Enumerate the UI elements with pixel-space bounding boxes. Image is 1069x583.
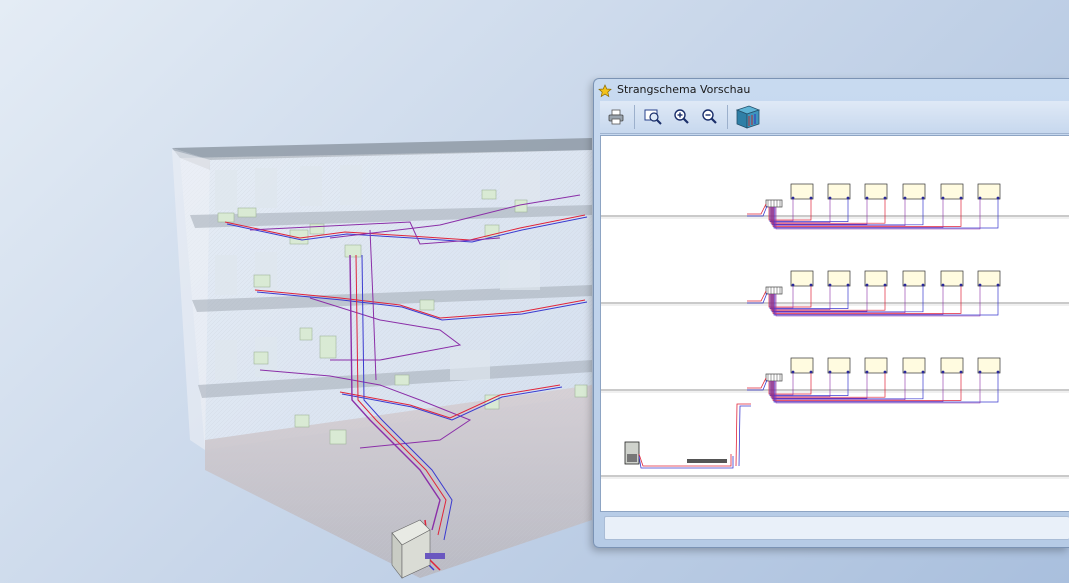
radiator: [827, 270, 851, 287]
radiator: [977, 357, 1001, 374]
valve: [809, 196, 813, 200]
radiator: [902, 270, 926, 287]
valve: [996, 283, 1000, 287]
print-button[interactable]: [604, 105, 628, 129]
valve: [791, 196, 795, 200]
valve: [791, 370, 795, 374]
valve: [978, 370, 982, 374]
window-title: Strangschema Vorschau: [617, 83, 751, 96]
radiator: [827, 357, 851, 374]
zoom-fit-button[interactable]: [641, 105, 665, 129]
radiator: [864, 270, 888, 287]
star-icon: [598, 83, 612, 97]
valve: [865, 283, 869, 287]
distribution-pipe: [773, 286, 999, 316]
distribution-pipe: [770, 199, 886, 224]
valve: [791, 283, 795, 287]
radiator: [940, 270, 964, 287]
zoom-in-button[interactable]: [669, 105, 693, 129]
valve: [921, 283, 925, 287]
valve: [903, 283, 907, 287]
radiator: [864, 183, 888, 200]
valve: [996, 370, 1000, 374]
radiator: [864, 357, 888, 374]
distribution-pipe: [773, 199, 999, 229]
valve: [846, 370, 850, 374]
valve: [846, 283, 850, 287]
radiator: [790, 183, 814, 200]
supply-pipe: [747, 203, 767, 215]
zoom-window-icon: [644, 109, 662, 125]
radiator: [977, 270, 1001, 287]
zoom-out-icon: [702, 109, 717, 124]
status-bar: [604, 516, 1069, 540]
preview-window[interactable]: Strangschema Vorschau: [593, 78, 1069, 548]
riser-diagram: [601, 183, 1069, 479]
riser-supply-pipe: [735, 403, 751, 467]
valve: [828, 196, 832, 200]
building-3d-icon: [735, 105, 761, 129]
toolbar: [600, 101, 1069, 134]
zoom-in-icon: [674, 109, 689, 124]
radiator: [940, 357, 964, 374]
valve: [828, 370, 832, 374]
valve: [828, 283, 832, 287]
valve: [959, 370, 963, 374]
valve: [883, 196, 887, 200]
valve: [978, 196, 982, 200]
radiator: [827, 183, 851, 200]
view-3d-button[interactable]: [734, 103, 762, 131]
valve: [978, 283, 982, 287]
distribution-pipe: [770, 373, 886, 398]
valve: [903, 370, 907, 374]
valve: [996, 196, 1000, 200]
pump-group: [687, 459, 727, 463]
title-bar[interactable]: Strangschema Vorschau: [594, 79, 1069, 100]
distribution-pipe: [772, 286, 868, 312]
radiator: [790, 357, 814, 374]
valve: [809, 370, 813, 374]
distribution-pipe: [771, 373, 924, 400]
radiator: [790, 270, 814, 287]
radiator: [902, 357, 926, 374]
valve: [959, 283, 963, 287]
valve: [883, 283, 887, 287]
toolbar-separator: [727, 105, 728, 129]
distribution-pipe: [772, 199, 868, 225]
printer-icon: [608, 109, 624, 125]
distribution-pipe: [771, 286, 924, 313]
valve: [865, 196, 869, 200]
boiler-panel: [627, 454, 637, 462]
radiator: [977, 183, 1001, 200]
valve: [921, 370, 925, 374]
valve: [865, 370, 869, 374]
riser-return-pipe: [738, 405, 751, 467]
valve: [846, 196, 850, 200]
distribution-pipe: [770, 286, 886, 311]
supply-pipe: [747, 377, 767, 389]
toolbar-separator: [634, 105, 635, 129]
valve: [809, 283, 813, 287]
valve: [959, 196, 963, 200]
distribution-pipe: [773, 373, 999, 403]
valve: [941, 370, 945, 374]
zoom-out-button[interactable]: [697, 105, 721, 129]
schema-canvas[interactable]: [600, 135, 1069, 512]
valve: [941, 283, 945, 287]
valve: [903, 196, 907, 200]
distribution-pipe: [771, 199, 924, 226]
radiator: [902, 183, 926, 200]
distribution-pipe: [772, 373, 868, 399]
valve: [883, 370, 887, 374]
supply-pipe: [747, 290, 767, 302]
radiator: [940, 183, 964, 200]
valve: [921, 196, 925, 200]
valve: [941, 196, 945, 200]
